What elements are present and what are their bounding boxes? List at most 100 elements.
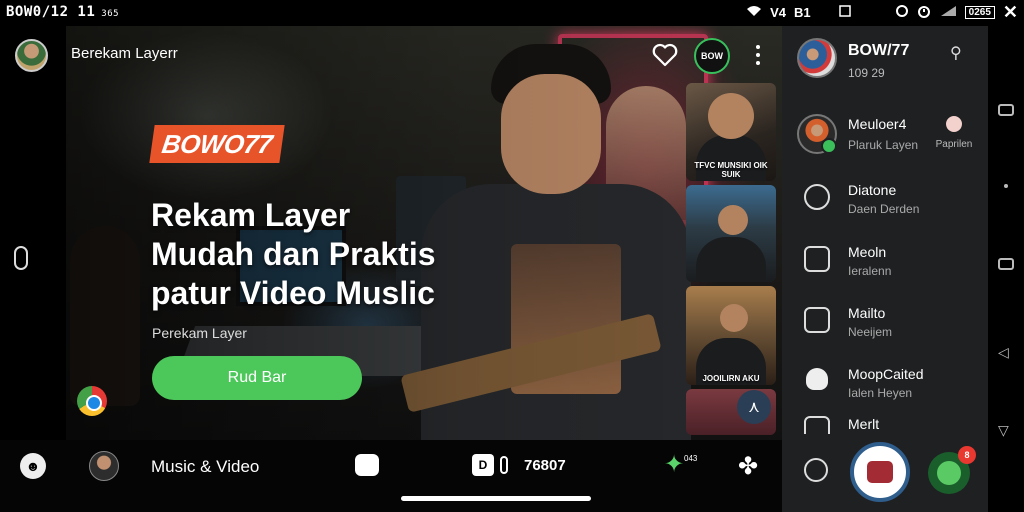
profile-action-button[interactable]: Paprilen xyxy=(930,116,978,152)
hero-title-line: Mudah dan Praktis xyxy=(151,236,436,272)
wifi-signal-icon xyxy=(939,5,957,20)
media-counter[interactable]: D 76807 xyxy=(472,454,566,476)
browser-icon[interactable] xyxy=(77,386,107,416)
pill-icon xyxy=(500,456,508,474)
record-icon xyxy=(867,461,893,483)
panel-item-title: Merlt xyxy=(848,416,880,432)
panel-item-moopcaited[interactable]: MoopCaited Ialen Heyen xyxy=(782,356,988,414)
panel-item-title: MoopCaited xyxy=(848,366,924,382)
effects-count: 043 xyxy=(684,454,698,463)
hero-subtitle: Perekam Layer xyxy=(152,325,247,341)
contact-avatar xyxy=(797,114,837,154)
wifi-icon xyxy=(746,5,762,20)
more-options-button[interactable] xyxy=(748,40,768,70)
cta-button[interactable]: Rud Bar xyxy=(152,356,362,400)
creator-avatar[interactable] xyxy=(89,451,119,481)
thumb-figure-body xyxy=(696,237,766,282)
channel-logo-label: BOW xyxy=(701,51,723,61)
section-label[interactable]: Music & Video xyxy=(151,457,259,477)
view-count: 76807 xyxy=(524,456,566,474)
video-thumbnail[interactable]: TFVC MUNSIKI OIK SUIK xyxy=(686,83,776,181)
back-icon[interactable]: ◁ xyxy=(998,344,1009,361)
thumbnail-caption: JOOILIRN AKU xyxy=(702,374,760,383)
video-title: Berekam Layerr xyxy=(71,45,178,62)
calendar-icon xyxy=(804,416,830,434)
channel-logo-button[interactable]: BOW xyxy=(694,38,730,74)
system-nav: ◁ ▽ xyxy=(988,26,1024,512)
record-button[interactable] xyxy=(850,442,910,502)
panel-item-title: Meoln xyxy=(848,244,887,260)
status-small: 365 xyxy=(101,9,120,19)
more-dot xyxy=(756,53,760,57)
puzzle-icon[interactable]: ✤ xyxy=(738,452,758,481)
media-icon: D xyxy=(472,454,494,476)
close-icon[interactable]: ✕ xyxy=(1003,3,1018,21)
overview-icon[interactable] xyxy=(998,258,1014,270)
carrier-label: B1 xyxy=(794,4,811,20)
user-icon xyxy=(806,368,828,390)
panel-title: BOW/77 xyxy=(848,42,910,59)
chat-icon[interactable] xyxy=(355,454,379,476)
panel-item-subtitle: Plaruk Layen xyxy=(848,138,919,152)
video-thumbnail[interactable]: JOOILIRN AKU xyxy=(686,286,776,385)
heart-icon xyxy=(652,43,678,67)
panel-item-meoln[interactable]: Meoln Ieralenn xyxy=(782,234,988,292)
person-icon xyxy=(946,116,962,132)
timer-icon xyxy=(917,4,931,21)
battery-indicator: 0265 xyxy=(964,5,995,19)
notification-badge: 8 xyxy=(958,446,976,464)
brand-badge: BOWO77 xyxy=(149,125,285,163)
panel-item-title: Diatone xyxy=(848,182,897,198)
alarm-icon xyxy=(895,4,909,21)
action-label: Paprilen xyxy=(935,139,973,150)
hero-title-line: Rekam Layer xyxy=(151,197,351,233)
chat-app-icon xyxy=(937,461,961,485)
bottom-bar: ☻ Music & Video D 76807 ✦ 043 ✤ xyxy=(0,440,782,512)
like-button[interactable] xyxy=(650,40,680,70)
collapse-icon[interactable]: ▽ xyxy=(998,422,1009,439)
panel-item-meuloer[interactable]: Meuloer4 Plaruk Layen Paprilen xyxy=(782,110,988,168)
home-indicator[interactable] xyxy=(401,496,591,501)
home-logo-icon[interactable]: ☻ xyxy=(20,453,46,479)
video-thumbnail[interactable] xyxy=(686,185,776,282)
panel-subtitle: 109 29 xyxy=(848,66,885,80)
panel-item-subtitle: Ieralenn xyxy=(848,264,892,278)
thumb-figure-head xyxy=(718,205,748,235)
menu-dot-icon[interactable] xyxy=(1004,184,1008,188)
panel-item-subtitle: Ialen Heyen xyxy=(848,386,913,400)
panel-footer: 8 xyxy=(782,434,988,512)
more-dot xyxy=(756,45,760,49)
effects-button[interactable]: ✦ 043 xyxy=(664,450,697,479)
screenshot-icon xyxy=(838,4,851,20)
status-right: V4 B1 0265 ✕ xyxy=(746,3,1018,21)
image-icon xyxy=(804,246,830,272)
share-button[interactable]: ⋏ xyxy=(737,390,771,424)
panel-item-subtitle: Neeijem xyxy=(848,325,893,339)
sparkle-icon: ✦ xyxy=(664,451,685,478)
panel-item-diatone[interactable]: Diatone Daen Derden xyxy=(782,172,988,230)
thumb-figure-head xyxy=(708,93,754,139)
thumbnail-caption: TFVC MUNSIKI OIK SUIK xyxy=(694,161,768,179)
panel-item-merlt[interactable]: Merlt xyxy=(782,410,988,434)
share-icon: ⋏ xyxy=(748,399,760,416)
recents-icon[interactable] xyxy=(998,104,1014,116)
signal-label: V4 xyxy=(770,4,787,20)
more-dot xyxy=(756,61,760,65)
search-icon[interactable]: ⚲ xyxy=(950,43,962,63)
side-panel: BOW/77 109 29 ⚲ Meuloer4 Plaruk Layen Pa… xyxy=(782,26,988,512)
panel-item-title: Meuloer4 xyxy=(848,116,907,132)
profile-avatar[interactable] xyxy=(15,39,48,72)
attachment-icon[interactable] xyxy=(14,246,28,270)
location-icon xyxy=(804,307,830,333)
panel-item-title: Mailto xyxy=(848,305,886,321)
hero-title: Rekam Layer Mudah dan Praktis patur Vide… xyxy=(151,196,491,313)
thumb-figure-head xyxy=(720,304,748,332)
panel-avatar[interactable] xyxy=(797,38,837,78)
hero-video[interactable]: BOWO77 Rekam Layer Mudah dan Praktis pat… xyxy=(66,26,782,440)
panel-item-mailto[interactable]: Mailto Neeijem xyxy=(782,295,988,353)
panel-item-subtitle: Daen Derden xyxy=(848,202,920,216)
emoji-icon[interactable] xyxy=(804,458,828,482)
status-time: BOW0/12 11 xyxy=(6,4,96,20)
hero-title-line: patur Video Muslic xyxy=(151,275,435,311)
chat-bubble-icon xyxy=(804,184,830,210)
